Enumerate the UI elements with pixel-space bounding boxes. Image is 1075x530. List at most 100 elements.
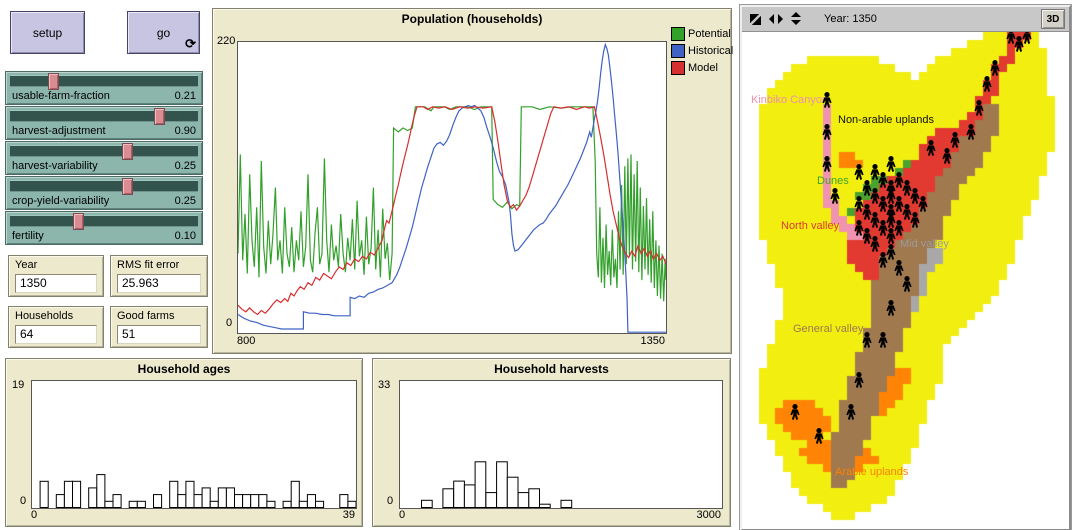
person-agent-icon (821, 124, 833, 140)
slider-fertility[interactable]: fertility 0.10 (5, 211, 203, 245)
household-harvests-plot-area (399, 380, 723, 509)
slider-handle[interactable] (154, 108, 165, 125)
x-axis-max-label: 3000 (671, 509, 721, 521)
histogram-bar (186, 481, 194, 507)
setup-button[interactable]: setup (10, 11, 85, 54)
histogram-bar (529, 489, 540, 508)
household-ages-title: Household ages (6, 362, 362, 376)
monitor-label: Good farms (117, 310, 174, 322)
person-agent-icon (885, 300, 897, 316)
person-agent-icon (901, 276, 913, 292)
histogram-bar (540, 504, 551, 507)
person-agent-icon (917, 196, 929, 212)
person-agent-icon (893, 260, 905, 276)
histogram-bar (202, 488, 210, 508)
histogram-bar (218, 488, 226, 508)
person-agent-icon (885, 156, 897, 172)
y-axis-max-label: 19 (12, 379, 24, 391)
histogram-bar (73, 481, 81, 507)
histogram-bar (307, 495, 315, 508)
slider-track[interactable] (10, 215, 198, 227)
series-potential (238, 107, 666, 301)
person-agent-icon (909, 212, 921, 228)
view-3d-button[interactable]: 3D (1041, 9, 1065, 29)
histogram-bar (283, 501, 291, 507)
series-model (238, 107, 666, 315)
histogram-bar (243, 495, 251, 508)
slider-harvest-variability[interactable]: harvest-variability 0.25 (5, 141, 203, 175)
histogram-bar (348, 501, 356, 507)
histogram-bar (194, 495, 202, 508)
histogram-bar (64, 481, 72, 507)
person-agent-icon (861, 332, 873, 348)
slider-handle[interactable] (122, 178, 133, 195)
histogram-bar (137, 501, 145, 507)
histogram-bar (464, 485, 475, 508)
slider-handle[interactable] (48, 73, 59, 90)
go-button[interactable]: go ⟳ (127, 11, 200, 54)
histogram-bar (170, 481, 178, 507)
person-agent-icon (981, 76, 993, 92)
slider-value: 0.90 (175, 125, 196, 137)
histogram-bar (105, 501, 113, 507)
slider-track[interactable] (10, 110, 198, 122)
slider-track[interactable] (10, 145, 198, 157)
histogram-bar (56, 495, 64, 508)
histogram-bar (340, 495, 348, 508)
slider-value: 0.25 (175, 195, 196, 207)
vertical-wrap-icon[interactable] (790, 12, 802, 26)
person-agent-icon (973, 100, 985, 116)
map-region-label: North valley (781, 220, 839, 232)
y-axis-max-label: 220 (217, 35, 235, 47)
person-agent-icon (845, 404, 857, 420)
histogram-bar (267, 501, 275, 507)
histogram-bar (97, 475, 105, 508)
world-view-header: Year: 1350 3D (742, 7, 1069, 32)
setup-button-label: setup (33, 26, 62, 40)
monitor-value: 25.963 (122, 276, 159, 290)
histogram-bar (443, 489, 454, 508)
monitor-label: RMS fit error (117, 259, 179, 271)
map-region-label: Mid valley (900, 238, 949, 250)
monitor-households: Households 64 (8, 306, 104, 348)
legend-swatch-historical (671, 44, 685, 58)
histogram-bar (113, 495, 121, 508)
map-region-label: Dunes (817, 175, 849, 187)
histogram-bar (422, 500, 433, 507)
slider-value: 0.21 (175, 90, 196, 102)
person-agent-icon (789, 404, 801, 420)
map-region-label: Kinbiko Canyon (751, 94, 828, 106)
legend-entry-model: Model (671, 59, 733, 76)
horizontal-wrap-icon[interactable] (769, 13, 783, 25)
histogram-bar (486, 493, 497, 508)
resize-world-icon[interactable] (749, 13, 762, 26)
series-historical (238, 45, 666, 333)
y-axis-max-label: 33 (378, 379, 390, 391)
slider-value: 0.10 (175, 230, 196, 242)
person-agent-icon (813, 428, 825, 444)
person-agent-icon (965, 124, 977, 140)
person-agent-icon (821, 92, 833, 108)
person-agent-icon (885, 228, 897, 244)
slider-harvest-adjustment[interactable]: harvest-adjustment 0.90 (5, 106, 203, 140)
population-plot-area (237, 41, 667, 334)
population-plot: Population (households) 220 0 800 1350 P… (212, 8, 732, 354)
slider-crop-yield-variability[interactable]: crop-yield-variability 0.25 (5, 176, 203, 210)
legend-label: Model (688, 62, 718, 74)
histogram-bar (251, 495, 259, 508)
map-region-label: Arable uplands (835, 466, 908, 478)
slider-handle[interactable] (73, 213, 84, 230)
histogram-bar (454, 481, 465, 507)
population-plot-title: Population (households) (213, 12, 731, 26)
monitor-value-box: 1350 (15, 274, 97, 293)
person-agent-icon (821, 156, 833, 172)
y-axis-min-label: 0 (387, 495, 393, 507)
monitor-value-box: 51 (117, 325, 201, 344)
slider-usable-farm-fraction[interactable]: usable-farm-fraction 0.21 (5, 71, 203, 105)
world-view: Kinbiko CanyonNon-arable uplandsDunesNor… (743, 32, 1064, 524)
slider-track[interactable] (10, 75, 198, 87)
histogram-bar (507, 477, 518, 507)
slider-handle[interactable] (122, 143, 133, 160)
histogram-bar (259, 495, 267, 508)
slider-track[interactable] (10, 180, 198, 192)
